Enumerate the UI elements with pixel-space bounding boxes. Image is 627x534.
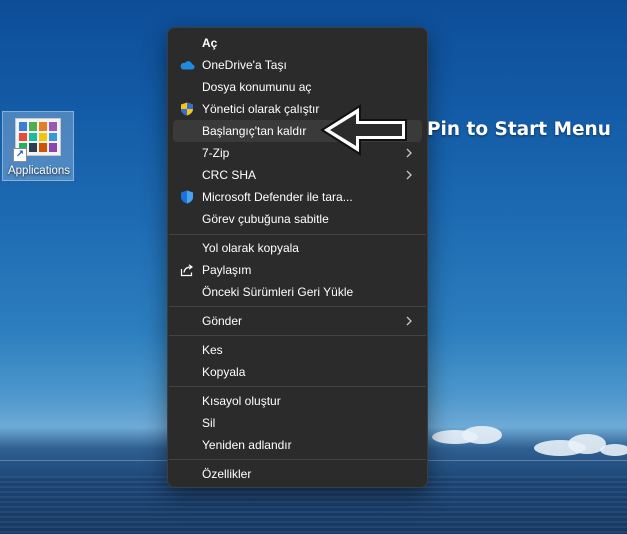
menu-item-label: Özellikler [202,467,252,481]
menu-separator [169,459,426,460]
menu-item-send-to[interactable]: Gönder [173,310,422,332]
menu-item-label: OneDrive'a Taşı [202,58,287,72]
menu-item-label: 7-Zip [202,146,230,160]
menu-item-crc-sha[interactable]: CRC SHA [173,164,422,186]
menu-item-cut[interactable]: Kes [173,339,422,361]
menu-item-label: Kısayol oluştur [202,394,281,408]
context-menu: Aç OneDrive'a Taşı Dosya konumunu aç Yön… [167,27,428,488]
menu-item-label: Yönetici olarak çalıştır [202,102,320,116]
chevron-right-icon [406,170,412,180]
menu-item-label: Kopyala [202,365,246,379]
menu-item-open-location[interactable]: Dosya konumunu aç [173,76,422,98]
defender-shield-icon [181,190,193,204]
menu-item-defender-scan[interactable]: Microsoft Defender ile tara... [173,186,422,208]
menu-item-label: Kes [202,343,223,357]
menu-item-label: Gönder [202,314,243,328]
menu-item-label: Microsoft Defender ile tara... [202,190,353,204]
menu-item-pin-taskbar[interactable]: Görev çubuğuna sabitle [173,208,422,230]
desktop-background: ↗ Applications Aç OneDrive'a Taşı Dosya … [0,0,627,534]
share-icon [180,264,194,277]
desktop-icon-applications[interactable]: ↗ Applications [2,111,74,181]
menu-item-open[interactable]: Aç [173,32,422,54]
menu-item-label: Paylaşım [202,263,252,277]
menu-item-label: Yol olarak kopyala [202,241,299,255]
menu-item-label: Sil [202,416,216,430]
menu-item-properties[interactable]: Özellikler [173,463,422,485]
annotation-label: Pin to Start Menu [427,119,611,140]
annotation-arrow-icon [320,104,407,156]
menu-separator [169,386,426,387]
menu-item-restore-previous-versions[interactable]: Önceki Sürümleri Geri Yükle [173,281,422,303]
uac-shield-icon [181,102,193,116]
menu-separator [169,306,426,307]
menu-item-copy-path[interactable]: Yol olarak kopyala [173,237,422,259]
menu-item-copy[interactable]: Kopyala [173,361,422,383]
desktop-icon-label: Applications [7,165,70,177]
menu-separator [169,335,426,336]
menu-separator [169,234,426,235]
menu-item-rename[interactable]: Yeniden adlandır [173,434,422,456]
menu-item-label: Dosya konumunu aç [202,80,312,94]
cloud-icon [180,61,195,70]
menu-item-move-onedrive[interactable]: OneDrive'a Taşı [173,54,422,76]
cloud [462,426,502,444]
menu-item-label: Aç [202,36,218,50]
menu-item-share[interactable]: Paylaşım [173,259,422,281]
shortcut-arrow-icon: ↗ [13,148,27,162]
menu-item-label: Önceki Sürümleri Geri Yükle [202,285,354,299]
cloud [600,444,627,456]
menu-item-label: Görev çubuğuna sabitle [202,212,329,226]
menu-item-delete[interactable]: Sil [173,412,422,434]
menu-item-label: Yeniden adlandır [202,438,292,452]
menu-item-label: Başlangıç'tan kaldır [202,124,307,138]
menu-item-create-shortcut[interactable]: Kısayol oluştur [173,390,422,412]
menu-item-label: CRC SHA [202,168,257,182]
chevron-right-icon [406,316,412,326]
